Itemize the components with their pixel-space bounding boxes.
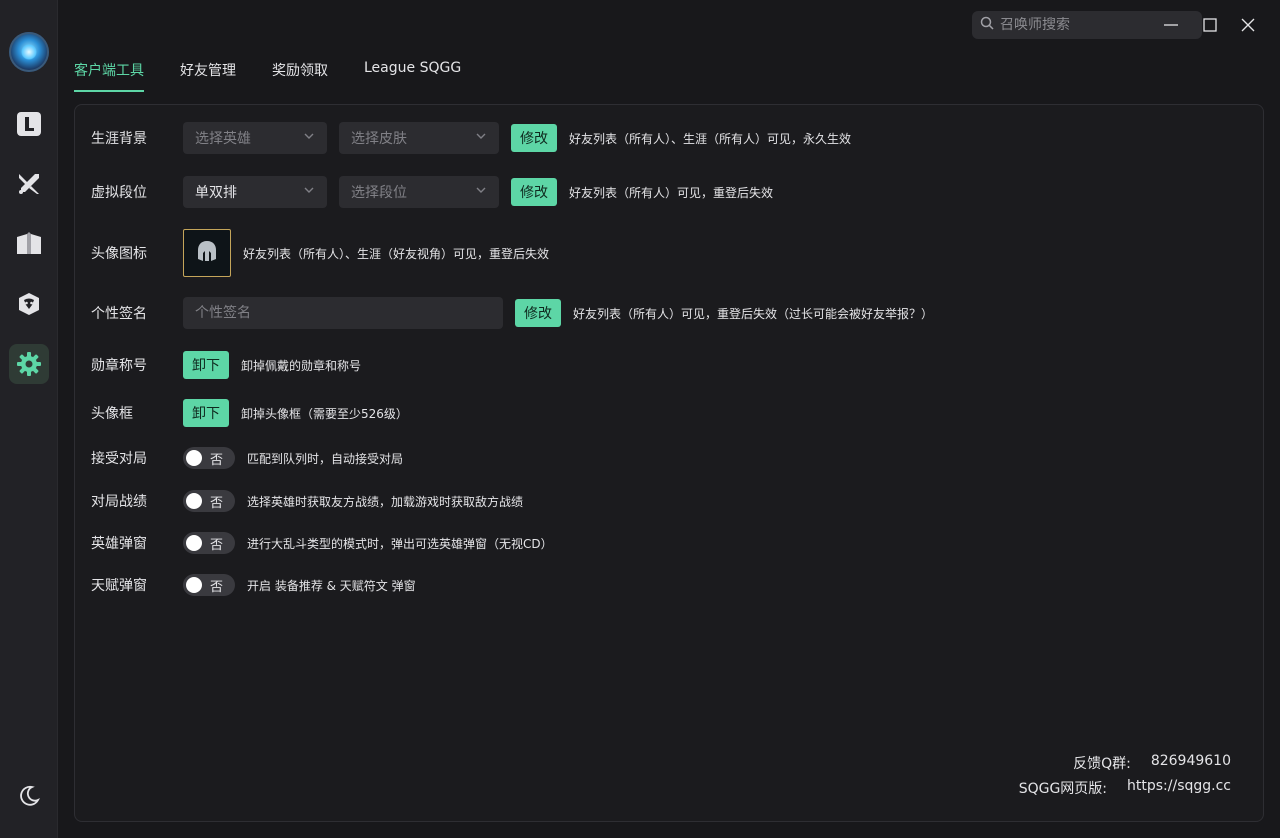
match-stats-toggle[interactable]: 否	[183, 490, 235, 512]
ram-icon[interactable]	[9, 284, 49, 324]
skin-select[interactable]: 选择皮肤	[339, 122, 499, 154]
toggle-label: 否	[210, 538, 224, 553]
avatar-frame-row: 头像框 卸下 卸掉头像框（需要至少526级）	[91, 399, 408, 427]
row-label: 英雄弹窗	[91, 536, 147, 552]
search-icon	[980, 16, 994, 34]
badge-title-row: 勋章称号 卸下 卸掉佩戴的勋章和称号	[91, 351, 361, 379]
auto-accept-toggle[interactable]: 否	[183, 447, 235, 469]
skin-select-value: 选择皮肤	[351, 131, 407, 147]
row-description: 匹配到队列时，自动接受对局	[247, 451, 404, 466]
settings-gear-icon[interactable]	[9, 344, 49, 384]
champion-popup-row: 英雄弹窗 否 进行大乱斗类型的模式时，弹出可选英雄弹窗（无视CD）	[91, 532, 553, 554]
chevron-down-icon	[475, 184, 487, 200]
row-label: 对局战绩	[91, 494, 147, 510]
champion-select-value: 选择英雄	[195, 131, 251, 147]
row-description: 好友列表（所有人）、生涯（好友视角）可见，重登后失效	[243, 246, 550, 261]
title-bar	[58, 0, 1280, 48]
toggle-knob	[186, 535, 202, 551]
unequip-frame-button[interactable]: 卸下	[183, 399, 229, 427]
league-l-icon[interactable]	[9, 104, 49, 144]
settings-panel: 生涯背景 选择英雄 选择皮肤 修改 好友列表（所有人）、生涯（所有人）可见，永久…	[74, 104, 1264, 822]
champion-popup-toggle[interactable]: 否	[183, 532, 235, 554]
tier-select-value: 选择段位	[351, 185, 407, 201]
chevron-down-icon	[303, 130, 315, 146]
toggle-label: 否	[210, 453, 224, 468]
modify-signature-button[interactable]: 修改	[515, 299, 561, 327]
unequip-badge-button[interactable]: 卸下	[183, 351, 229, 379]
signature-input[interactable]	[183, 297, 503, 329]
toggle-knob	[186, 450, 202, 466]
row-description: 好友列表（所有人）可见，重登后失效（过长可能会被好友举报？）	[573, 306, 934, 321]
moon-icon[interactable]	[9, 776, 49, 816]
chevron-down-icon	[303, 184, 315, 200]
match-stats-row: 对局战绩 否 选择英雄时获取友方战绩，加载游戏时获取敌方战绩	[91, 490, 523, 512]
row-label: 虚拟段位	[91, 185, 147, 201]
rune-popup-toggle[interactable]: 否	[183, 574, 235, 596]
feedback-label: 反馈Q群:	[1073, 756, 1131, 772]
toggle-knob	[186, 493, 202, 509]
profile-icon-picker[interactable]	[183, 229, 231, 277]
row-description: 进行大乱斗类型的模式时，弹出可选英雄弹窗（无视CD）	[247, 536, 553, 551]
modify-rank-button[interactable]: 修改	[511, 178, 557, 206]
row-description: 开启 装备推荐 & 天赋符文 弹窗	[247, 578, 416, 593]
rune-popup-row: 天赋弹窗 否 开启 装备推荐 & 天赋符文 弹窗	[91, 574, 416, 596]
row-label: 天赋弹窗	[91, 578, 147, 594]
auto-accept-row: 接受对局 否 匹配到队列时，自动接受对局	[91, 447, 403, 469]
row-label: 勋章称号	[91, 358, 147, 374]
web-version-label: SQGG网页版:	[1018, 781, 1108, 797]
row-description: 好友列表（所有人）可见，重登后失效	[569, 185, 774, 200]
app-logo[interactable]	[9, 32, 49, 72]
row-label: 头像框	[91, 406, 133, 422]
champion-select[interactable]: 选择英雄	[183, 122, 327, 154]
feedback-qq-number[interactable]: 826949610	[1151, 753, 1231, 773]
tab-bar: 客户端工具 好友管理 奖励领取 League SQGG	[74, 52, 497, 92]
toggle-knob	[186, 577, 202, 593]
book-icon[interactable]	[9, 224, 49, 264]
web-version-link[interactable]: https://sqgg.cc	[1127, 778, 1231, 798]
minimize-icon[interactable]	[1158, 12, 1184, 38]
modify-career-bg-button[interactable]: 修改	[511, 124, 557, 152]
virtual-rank-row: 虚拟段位 单双排 选择段位 修改 好友列表（所有人）可见，重登后失效	[91, 176, 773, 208]
career-background-row: 生涯背景 选择英雄 选择皮肤 修改 好友列表（所有人）、生涯（所有人）可见，永久…	[91, 122, 851, 154]
row-description: 好友列表（所有人）、生涯（所有人）可见，永久生效	[569, 131, 852, 146]
sidebar	[0, 0, 58, 838]
crossed-swords-icon[interactable]	[9, 164, 49, 204]
row-label: 个性签名	[91, 306, 147, 322]
signature-row: 个性签名 修改 好友列表（所有人）可见，重登后失效（过长可能会被好友举报？）	[91, 297, 933, 329]
tier-select[interactable]: 选择段位	[339, 176, 499, 208]
web-version-line: SQGG网页版: https://sqgg.cc	[1019, 778, 1231, 798]
row-description: 选择英雄时获取友方战绩，加载游戏时获取敌方战绩	[247, 494, 524, 509]
chevron-down-icon	[475, 130, 487, 146]
close-icon[interactable]	[1235, 12, 1261, 38]
toggle-label: 否	[210, 496, 224, 511]
maximize-icon[interactable]	[1197, 12, 1223, 38]
tab-friend-management[interactable]: 好友管理	[180, 52, 236, 92]
tab-league-sqgg[interactable]: League SQGG	[364, 52, 461, 92]
toggle-label: 否	[210, 580, 224, 595]
queue-select[interactable]: 单双排	[183, 176, 327, 208]
tab-rewards[interactable]: 奖励领取	[272, 52, 328, 92]
row-label: 接受对局	[91, 451, 147, 467]
tab-client-tools[interactable]: 客户端工具	[74, 52, 144, 92]
row-label: 头像图标	[91, 246, 147, 262]
helmet-icon	[195, 239, 219, 267]
row-label: 生涯背景	[91, 131, 147, 147]
profile-icon-row: 头像图标 好友列表（所有人）、生涯（好友视角）可见，重登后失效	[91, 229, 549, 277]
feedback-group-line: 反馈Q群: 826949610	[1073, 753, 1231, 773]
row-description: 卸掉佩戴的勋章和称号	[241, 358, 362, 373]
row-description: 卸掉头像框（需要至少526级）	[241, 406, 408, 421]
queue-select-value: 单双排	[195, 185, 237, 201]
